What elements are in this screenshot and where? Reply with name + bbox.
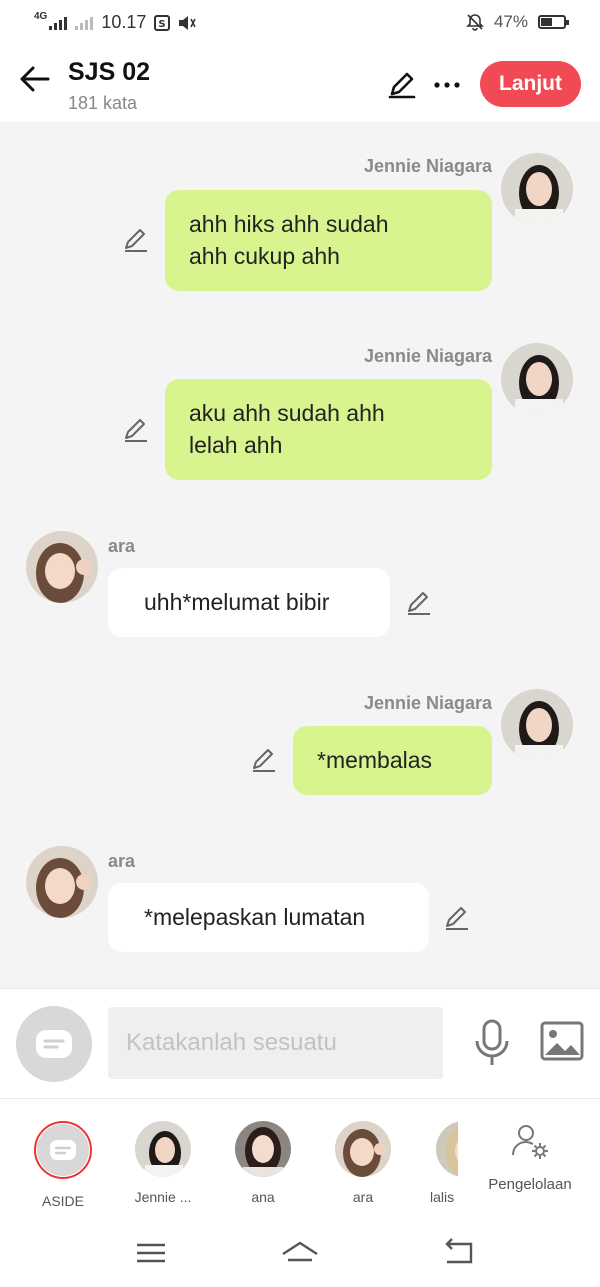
character-jennie[interactable]: Jennie ... (118, 1121, 208, 1205)
message-line: uhh*melumat bibir (144, 589, 330, 615)
aside-toggle-button[interactable] (16, 1006, 92, 1082)
sender-name: Jennie Niagara (363, 156, 492, 176)
home-icon[interactable] (280, 1238, 320, 1268)
avatar-ara[interactable] (26, 846, 98, 918)
signal-icon (49, 16, 68, 30)
bell-off-icon (466, 14, 484, 31)
avatar (436, 1121, 458, 1177)
chat-area: Jennie Niagara ahh hiks ahh sudah ahh cu… (0, 122, 600, 988)
character-ana[interactable]: ana (218, 1121, 308, 1205)
character-label: ana (251, 1189, 275, 1205)
composer (0, 988, 600, 1098)
sender-name: ara (108, 851, 136, 871)
message-input[interactable] (108, 1007, 443, 1079)
svg-text:S: S (159, 19, 166, 30)
message-bubble[interactable]: *membalas (293, 726, 492, 795)
avatar (335, 1121, 391, 1177)
avatar-jennie[interactable] (501, 689, 573, 761)
edit-message-icon[interactable] (405, 589, 433, 617)
character-aside[interactable]: ASIDE (18, 1121, 108, 1209)
screenshot-icon: S (154, 14, 171, 31)
sender-name: Jennie Niagara (363, 346, 492, 366)
more-options-icon[interactable] (432, 70, 462, 100)
status-bar: 4G 10.17 S 47% (0, 0, 600, 46)
manage-characters-button[interactable]: Pengelolaan (480, 1121, 580, 1193)
image-icon[interactable] (540, 1021, 584, 1061)
battery-percent: 47% (493, 12, 528, 31)
edit-pencil-icon[interactable] (386, 68, 418, 100)
word-count: 181 kata (68, 93, 138, 113)
message-bubble[interactable]: aku ahh sudah ahh lelah ahh (165, 379, 492, 480)
message-line: aku ahh sudah ahh (189, 400, 385, 426)
chat-bubble-icon (50, 1140, 76, 1160)
avatar (135, 1121, 191, 1177)
header: SJS 02 181 kata Lanjut (0, 46, 600, 122)
edit-message-icon[interactable] (122, 416, 150, 444)
character-label: lalis (430, 1189, 455, 1205)
message-bubble[interactable]: *melepaskan lumatan (108, 883, 429, 952)
back-nav-icon[interactable] (441, 1238, 475, 1268)
system-nav-bar (0, 1220, 600, 1287)
aside-avatar (34, 1121, 92, 1179)
message-line: ahh cukup ahh (189, 243, 340, 269)
edit-message-icon[interactable] (122, 226, 150, 254)
character-lalis[interactable]: lalis (418, 1121, 458, 1205)
mute-icon (179, 15, 197, 30)
avatar (235, 1121, 291, 1177)
character-label: ara (352, 1189, 374, 1205)
message-bubble[interactable]: ahh hiks ahh sudah ahh cukup ahh (165, 190, 492, 291)
message-line: *membalas (317, 747, 433, 773)
character-ara[interactable]: ara (318, 1121, 408, 1205)
character-strip: ASIDE Jennie ... ana ara lalis Pengelola… (0, 1098, 600, 1220)
edit-message-icon[interactable] (250, 746, 278, 774)
battery-icon (538, 15, 569, 29)
character-label: ASIDE (41, 1193, 84, 1209)
user-settings-icon (512, 1125, 548, 1159)
avatar-jennie[interactable] (501, 343, 573, 415)
message-bubble[interactable]: uhh*melumat bibir (108, 568, 390, 637)
manage-label: Pengelolaan (488, 1176, 572, 1193)
edit-message-icon[interactable] (443, 904, 471, 932)
sender-name: Jennie Niagara (363, 693, 492, 713)
page-title: SJS 02 (68, 58, 151, 86)
menu-icon[interactable] (134, 1238, 168, 1268)
message-line: *melepaskan lumatan (144, 904, 366, 930)
avatar-ara[interactable] (26, 531, 98, 603)
sender-name: ara (108, 536, 136, 556)
microphone-icon[interactable] (472, 1019, 512, 1067)
back-arrow-icon[interactable] (18, 62, 52, 96)
next-button[interactable]: Lanjut (480, 61, 581, 107)
avatar-jennie[interactable] (501, 153, 573, 225)
message-line: ahh hiks ahh sudah (189, 211, 389, 237)
network-type: 4G (34, 11, 48, 22)
message-line: lelah ahh (189, 432, 283, 458)
chat-bubble-icon (36, 1030, 72, 1058)
clock: 10.17 (101, 12, 147, 32)
signal-2-icon (75, 16, 94, 30)
character-label: Jennie ... (134, 1189, 192, 1205)
